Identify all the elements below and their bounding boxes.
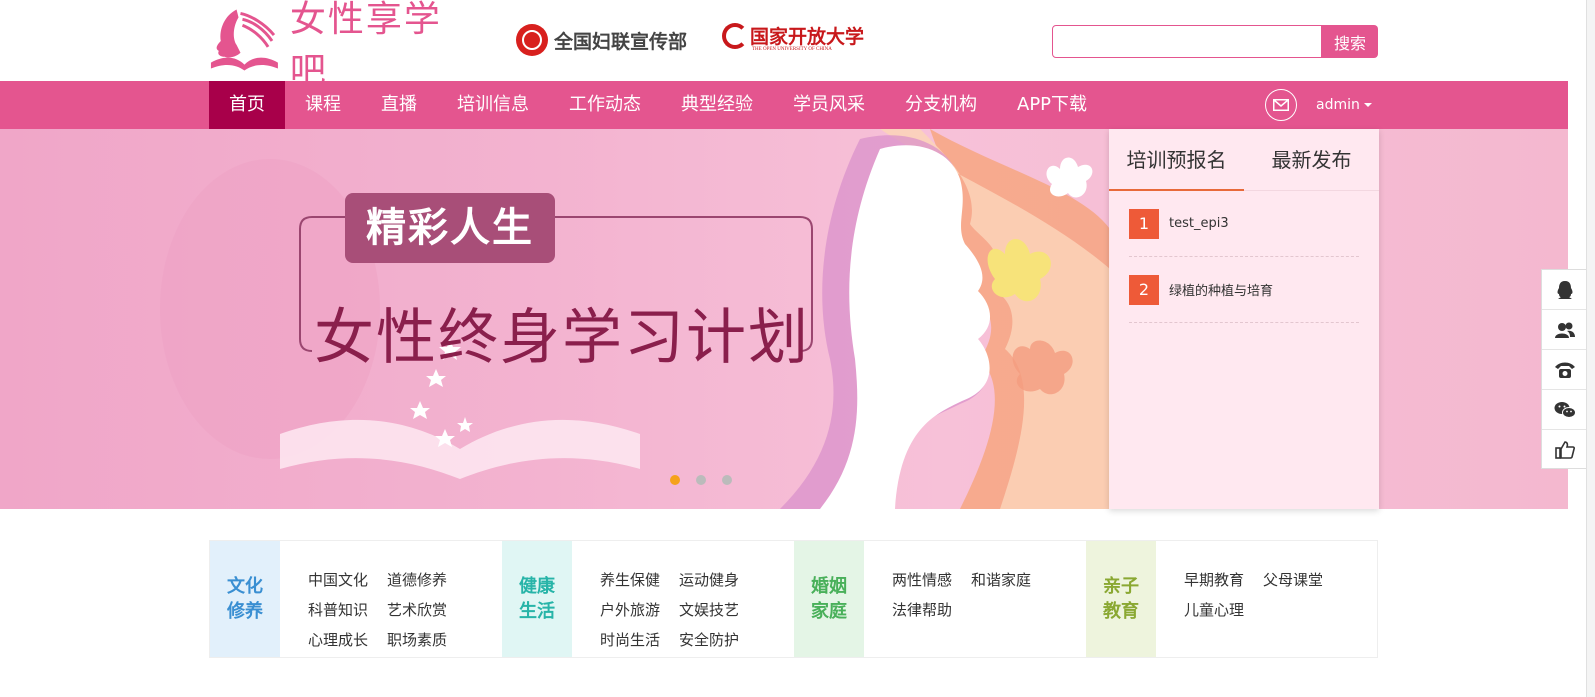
category-link[interactable]: 户外旅游	[600, 599, 679, 629]
category-links: 早期教育 父母课堂 儿童心理	[1156, 541, 1378, 657]
nav-item-app-download[interactable]: APP下载	[997, 81, 1107, 129]
search-input[interactable]	[1052, 25, 1322, 58]
nav-item-branches[interactable]: 分支机构	[885, 81, 997, 129]
group-icon[interactable]	[1542, 310, 1587, 350]
main-nav: 首页 课程 直播 培训信息 工作动态 典型经验 学员风采 分支机构 APP下载 …	[0, 81, 1568, 129]
mail-icon[interactable]	[1265, 89, 1297, 121]
scrollbar[interactable]	[1586, 0, 1595, 697]
category-title-line1: 文化	[227, 576, 263, 597]
partner-acwf-label: 全国妇联宣传部	[554, 30, 688, 53]
training-panel: 培训预报名 最新发布 1 test_epi3 2 绿植的种植与培育	[1109, 129, 1379, 509]
user-name: admin	[1316, 97, 1360, 113]
category-link[interactable]: 父母课堂	[1263, 569, 1342, 599]
category-link[interactable]: 时尚生活	[600, 629, 679, 659]
phone-icon[interactable]	[1542, 350, 1587, 390]
search-button[interactable]: 搜索	[1322, 25, 1378, 58]
category-link[interactable]: 法律帮助	[892, 599, 971, 629]
category-link[interactable]: 两性情感	[892, 569, 971, 599]
category-links: 养生保健 运动健身 户外旅游 文娱技艺 时尚生活 安全防护	[572, 541, 794, 657]
item-title: test_epi3	[1169, 216, 1229, 231]
category-parenting: 亲子教育 早期教育 父母课堂 儿童心理	[1086, 541, 1378, 657]
carousel-dot-2[interactable]	[696, 475, 706, 485]
tab-latest[interactable]: 最新发布	[1244, 129, 1379, 190]
category-link[interactable]: 职场素质	[387, 629, 466, 659]
category-link[interactable]: 艺术欣赏	[387, 599, 466, 629]
wechat-icon[interactable]	[1542, 390, 1587, 430]
nav-item-students[interactable]: 学员风采	[773, 81, 885, 129]
ouc-emblem-icon	[722, 22, 748, 49]
category-title-line1: 亲子	[1103, 576, 1139, 597]
category-link[interactable]: 文娱技艺	[679, 599, 758, 629]
category-head[interactable]: 婚姻 家庭	[794, 541, 864, 657]
carousel-dot-3[interactable]	[722, 475, 732, 485]
category-link[interactable]: 养生保健	[600, 569, 679, 599]
nav-item-training-info[interactable]: 培训信息	[437, 81, 549, 129]
category-marriage: 婚姻家庭 两性情感 和谐家庭 法律帮助	[794, 541, 1086, 657]
item-title: 绿植的种植与培育	[1169, 284, 1274, 299]
search-bar: 搜索	[1052, 25, 1378, 58]
category-link[interactable]: 道德修养	[387, 569, 466, 599]
nav-item-home[interactable]: 首页	[209, 81, 285, 129]
partner-acwf[interactable]: 全国妇联宣传部	[516, 24, 687, 56]
thumbs-up-icon[interactable]	[1542, 430, 1587, 470]
nav-item-live[interactable]: 直播	[361, 81, 437, 129]
category-title-line2: 生活	[519, 601, 555, 622]
item-number: 1	[1129, 208, 1159, 239]
category-link[interactable]: 安全防护	[679, 629, 758, 659]
page: 女性享学吧 全国妇联宣传部 国家开放大学 THE OPEN UNIVERSITY…	[0, 0, 1595, 697]
caret-down-icon	[1363, 103, 1372, 107]
partner-ouc[interactable]: 国家开放大学 THE OPEN UNIVERSITY OF CHINA	[722, 22, 864, 52]
category-title-line2: 教育	[1103, 601, 1139, 622]
list-item[interactable]: 1 test_epi3	[1129, 191, 1359, 257]
nav-item-courses[interactable]: 课程	[285, 81, 361, 129]
acwf-emblem-icon	[516, 24, 548, 56]
tab-pre-registration[interactable]: 培训预报名	[1109, 129, 1244, 191]
category-link[interactable]: 儿童心理	[1184, 599, 1263, 629]
list-item[interactable]: 2 绿植的种植与培育	[1129, 257, 1359, 323]
floating-toolbar	[1541, 269, 1587, 469]
category-link[interactable]: 和谐家庭	[971, 569, 1050, 599]
category-title-line1: 婚姻	[811, 576, 847, 597]
category-head[interactable]: 健康 生活	[502, 541, 572, 657]
category-head[interactable]: 亲子 教育	[1086, 541, 1156, 657]
carousel-dot-1[interactable]	[670, 475, 680, 485]
category-title-line2: 修养	[227, 601, 263, 622]
qq-icon[interactable]	[1542, 270, 1587, 310]
nav-item-experience[interactable]: 典型经验	[661, 81, 773, 129]
category-health: 健康生活 养生保健 运动健身 户外旅游 文娱技艺 时尚生活 安全防护	[502, 541, 794, 657]
woman-profile-book-logo-icon	[210, 9, 278, 71]
user-menu[interactable]: admin	[1316, 81, 1372, 129]
category-link[interactable]: 心理成长	[308, 629, 387, 659]
category-title-line2: 家庭	[811, 601, 847, 622]
nav-item-work-news[interactable]: 工作动态	[549, 81, 661, 129]
category-title-line1: 健康	[519, 576, 555, 597]
logo-text: 女性享学吧	[289, 0, 442, 92]
category-links: 两性情感 和谐家庭 法律帮助	[864, 541, 1086, 657]
category-culture: 文化修养 中国文化 道德修养 科普知识 艺术欣赏 心理成长 职场素质	[210, 541, 502, 657]
category-link[interactable]: 科普知识	[308, 599, 387, 629]
item-number: 2	[1129, 274, 1159, 305]
category-head[interactable]: 文化 修养	[210, 541, 280, 657]
carousel-dots	[670, 475, 732, 485]
site-logo[interactable]: 女性享学吧	[207, 0, 477, 92]
banner-badge: 精彩人生	[345, 193, 555, 263]
banner-title: 女性终身学习计划	[314, 303, 810, 373]
category-link[interactable]: 早期教育	[1184, 569, 1263, 599]
category-link[interactable]: 运动健身	[679, 569, 758, 599]
category-links: 中国文化 道德修养 科普知识 艺术欣赏 心理成长 职场素质	[280, 541, 502, 657]
header: 女性享学吧 全国妇联宣传部 国家开放大学 THE OPEN UNIVERSITY…	[0, 0, 1568, 92]
category-link[interactable]: 中国文化	[308, 569, 387, 599]
panel-list: 1 test_epi3 2 绿植的种植与培育	[1109, 191, 1379, 323]
panel-tabs: 培训预报名 最新发布	[1109, 129, 1379, 191]
category-strip: 文化修养 中国文化 道德修养 科普知识 艺术欣赏 心理成长 职场素质 健康生活 …	[209, 540, 1378, 658]
nav-items: 首页 课程 直播 培训信息 工作动态 典型经验 学员风采 分支机构 APP下载	[209, 81, 1107, 129]
partner-ouc-label: 国家开放大学	[750, 26, 865, 48]
